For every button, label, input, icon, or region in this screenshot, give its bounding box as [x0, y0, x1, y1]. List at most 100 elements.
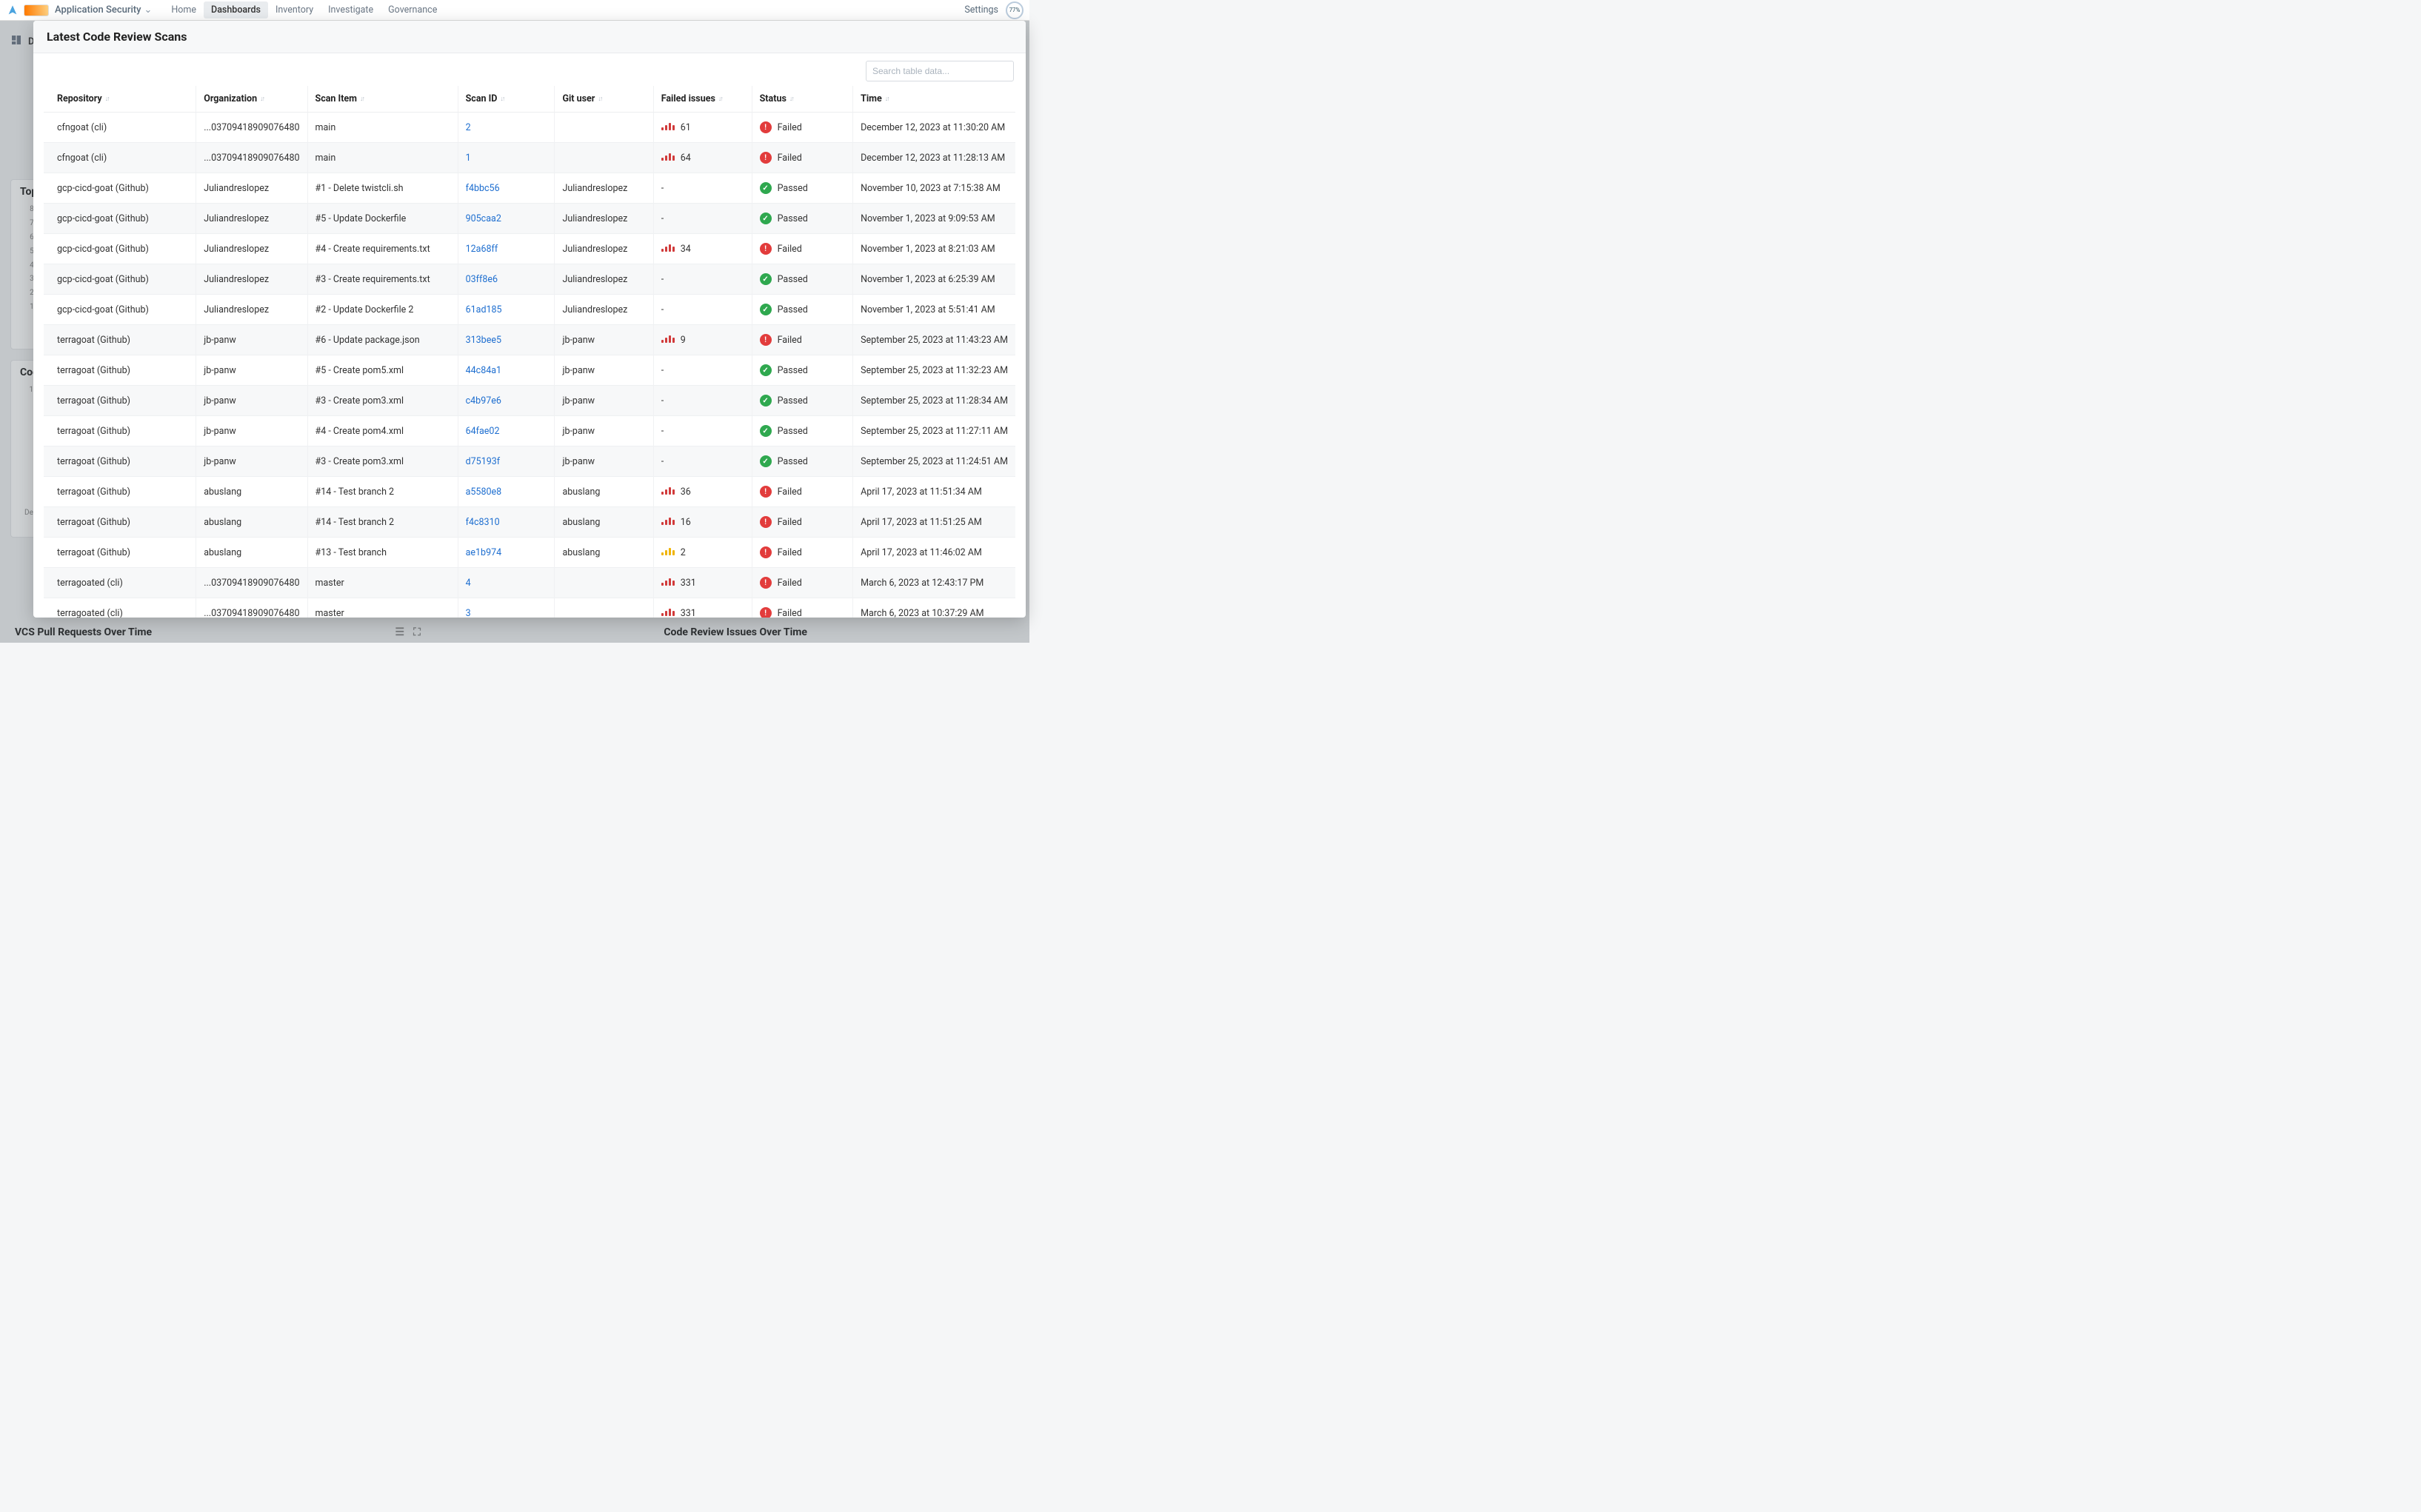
- cell-repo: terragoat (Github): [44, 355, 196, 386]
- cell-failed: 64: [654, 143, 752, 173]
- table-row[interactable]: gcp-cicd-goat (Github)Juliandreslopez#1 …: [44, 173, 1015, 204]
- cell-scan-id[interactable]: 905caa2: [458, 204, 555, 234]
- col-header-repository[interactable]: Repository↓↑: [44, 86, 196, 113]
- cell-scan-id[interactable]: 61ad185: [458, 295, 555, 325]
- nav-governance[interactable]: Governance: [381, 1, 444, 19]
- cell-scan-item: #4 - Create requirements.txt: [308, 234, 458, 264]
- table-row[interactable]: gcp-cicd-goat (Github)Juliandreslopez#3 …: [44, 264, 1015, 295]
- status-text: Failed: [778, 244, 802, 255]
- table-row[interactable]: terragoat (Github)jb-panw#5 - Create pom…: [44, 355, 1015, 386]
- chevron-down-icon[interactable]: ⌄: [144, 4, 152, 16]
- app-switcher-label[interactable]: Application Security: [55, 4, 141, 16]
- status-text: Failed: [778, 335, 802, 346]
- cell-time: September 25, 2023 at 11:32:23 AM: [853, 355, 1015, 386]
- scan-id-link: 313bee5: [466, 335, 501, 346]
- status-text: Failed: [778, 578, 802, 589]
- cell-failed: -: [654, 204, 752, 234]
- cell-org: jb-panw: [196, 386, 307, 416]
- settings-link[interactable]: Settings: [964, 4, 998, 16]
- cell-failed: -: [654, 173, 752, 204]
- nav-home[interactable]: Home: [164, 1, 204, 19]
- fail-icon: !: [760, 486, 772, 498]
- table-row[interactable]: terragoat (Github)abuslang#14 - Test bra…: [44, 507, 1015, 538]
- cell-scan-id[interactable]: f4c8310: [458, 507, 555, 538]
- col-header-time[interactable]: Time↓↑: [853, 86, 1015, 113]
- cell-git-user: jb-panw: [555, 355, 653, 386]
- cell-time: April 17, 2023 at 11:51:34 AM: [853, 477, 1015, 507]
- status-text: Passed: [778, 304, 808, 315]
- cell-scan-id[interactable]: c4b97e6: [458, 386, 555, 416]
- cell-time: September 25, 2023 at 11:27:11 AM: [853, 416, 1015, 446]
- nav-inventory[interactable]: Inventory: [268, 1, 321, 19]
- table-row[interactable]: terragoat (Github)jb-panw#3 - Create pom…: [44, 386, 1015, 416]
- cell-org: Juliandreslopez: [196, 295, 307, 325]
- severity-bars-icon: [661, 609, 675, 616]
- cell-status: !Failed: [752, 113, 853, 143]
- cell-scan-item: #3 - Create requirements.txt: [308, 264, 458, 295]
- cell-status: !Failed: [752, 234, 853, 264]
- table-row[interactable]: cfngoat (cli)...03709418909076480main164…: [44, 143, 1015, 173]
- cell-repo: terragoat (Github): [44, 477, 196, 507]
- col-header-status[interactable]: Status↓↑: [752, 86, 853, 113]
- pass-icon: ✓: [760, 455, 772, 467]
- cell-repo: terragoated (cli): [44, 598, 196, 618]
- table-row[interactable]: terragoated (cli)...03709418909076480mas…: [44, 598, 1015, 618]
- cell-repo: terragoat (Github): [44, 507, 196, 538]
- cell-repo: terragoated (cli): [44, 568, 196, 598]
- search-input[interactable]: [866, 61, 1014, 81]
- col-header-organization[interactable]: Organization↓↑: [196, 86, 307, 113]
- table-row[interactable]: gcp-cicd-goat (Github)Juliandreslopez#4 …: [44, 234, 1015, 264]
- status-text: Failed: [778, 122, 802, 133]
- cell-scan-item: master: [308, 598, 458, 618]
- table-row[interactable]: terragoat (Github)jb-panw#4 - Create pom…: [44, 416, 1015, 446]
- table-row[interactable]: terragoat (Github)jb-panw#6 - Update pac…: [44, 325, 1015, 355]
- cell-git-user: jb-panw: [555, 325, 653, 355]
- table-row[interactable]: terragoat (Github)abuslang#13 - Test bra…: [44, 538, 1015, 568]
- cell-git-user: jb-panw: [555, 416, 653, 446]
- col-header-scan-item[interactable]: Scan Item↓↑: [308, 86, 458, 113]
- table-row[interactable]: gcp-cicd-goat (Github)Juliandreslopez#2 …: [44, 295, 1015, 325]
- cell-scan-id[interactable]: 64fae02: [458, 416, 555, 446]
- cell-scan-id[interactable]: 03ff8e6: [458, 264, 555, 295]
- nav-investigate[interactable]: Investigate: [321, 1, 381, 19]
- cell-git-user: Juliandreslopez: [555, 264, 653, 295]
- fail-icon: !: [760, 607, 772, 618]
- severity-bars-icon: [661, 578, 675, 586]
- cell-org: ...03709418909076480: [196, 568, 307, 598]
- cell-scan-id[interactable]: 4: [458, 568, 555, 598]
- cell-scan-item: #3 - Create pom3.xml: [308, 386, 458, 416]
- table-row[interactable]: cfngoat (cli)...03709418909076480main261…: [44, 113, 1015, 143]
- sort-icon: ↓↑: [598, 96, 601, 103]
- cell-scan-id[interactable]: f4bbc56: [458, 173, 555, 204]
- sort-icon: ↓↑: [789, 96, 793, 103]
- cell-scan-id[interactable]: 3: [458, 598, 555, 618]
- col-header-git-user[interactable]: Git user↓↑: [555, 86, 653, 113]
- score-gauge-icon[interactable]: 77%: [1006, 1, 1024, 19]
- cell-scan-id[interactable]: a5580e8: [458, 477, 555, 507]
- severity-bars-icon: [661, 335, 675, 343]
- col-header-scan-id[interactable]: Scan ID↓↑: [458, 86, 555, 113]
- cell-time: September 25, 2023 at 11:24:51 AM: [853, 446, 1015, 477]
- modal-overlay[interactable]: Latest Code Review Scans Repository↓↑Org…: [0, 21, 1029, 643]
- fail-icon: !: [760, 577, 772, 589]
- cell-scan-id[interactable]: d75193f: [458, 446, 555, 477]
- cell-time: November 10, 2023 at 7:15:38 AM: [853, 173, 1015, 204]
- cell-scan-id[interactable]: 44c84a1: [458, 355, 555, 386]
- cell-scan-id[interactable]: 12a68ff: [458, 234, 555, 264]
- cell-status: ✓Passed: [752, 446, 853, 477]
- status-text: Failed: [778, 547, 802, 558]
- cell-git-user: jb-panw: [555, 386, 653, 416]
- fail-icon: !: [760, 334, 772, 346]
- cell-scan-id[interactable]: 313bee5: [458, 325, 555, 355]
- cell-time: March 6, 2023 at 10:37:29 AM: [853, 598, 1015, 618]
- table-row[interactable]: terragoat (Github)abuslang#14 - Test bra…: [44, 477, 1015, 507]
- table-scroll[interactable]: Repository↓↑Organization↓↑Scan Item↓↑Sca…: [33, 86, 1026, 618]
- table-row[interactable]: terragoated (cli)...03709418909076480mas…: [44, 568, 1015, 598]
- cell-scan-id[interactable]: ae1b974: [458, 538, 555, 568]
- cell-scan-id[interactable]: 1: [458, 143, 555, 173]
- nav-dashboards[interactable]: Dashboards: [204, 1, 268, 19]
- cell-scan-id[interactable]: 2: [458, 113, 555, 143]
- table-row[interactable]: gcp-cicd-goat (Github)Juliandreslopez#5 …: [44, 204, 1015, 234]
- table-row[interactable]: terragoat (Github)jb-panw#3 - Create pom…: [44, 446, 1015, 477]
- col-header-failed-issues[interactable]: Failed issues↓↑: [654, 86, 752, 113]
